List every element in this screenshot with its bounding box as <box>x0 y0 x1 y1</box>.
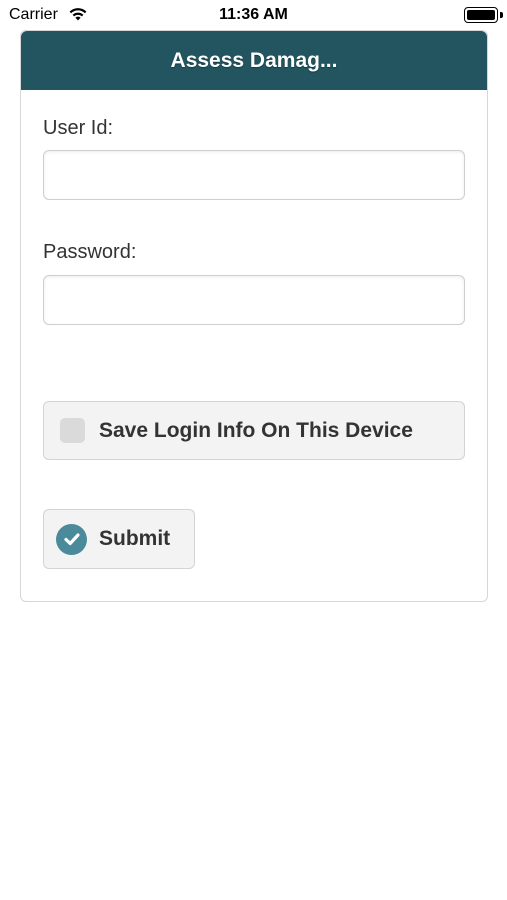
submit-button[interactable]: Submit <box>43 509 195 569</box>
battery-tip <box>500 12 503 18</box>
panel-header: Assess Damag... <box>21 31 487 90</box>
submit-label: Submit <box>99 527 171 550</box>
checkbox-box[interactable] <box>60 418 85 443</box>
status-bar: Carrier 11:36 AM <box>0 0 507 30</box>
password-input[interactable] <box>43 275 465 325</box>
save-login-checkbox[interactable]: Save Login Info On This Device <box>43 401 465 460</box>
page-title: Assess Damag... <box>170 48 338 72</box>
battery-icon <box>464 7 498 23</box>
clock: 11:36 AM <box>219 6 288 23</box>
user-id-input[interactable] <box>43 150 465 200</box>
save-login-label: Save Login Info On This Device <box>99 418 413 442</box>
login-panel: Assess Damag... User Id: Password: Save … <box>20 30 488 602</box>
check-circle-icon <box>56 523 87 555</box>
password-label: Password: <box>43 241 137 263</box>
user-id-label: User Id: <box>43 117 114 139</box>
